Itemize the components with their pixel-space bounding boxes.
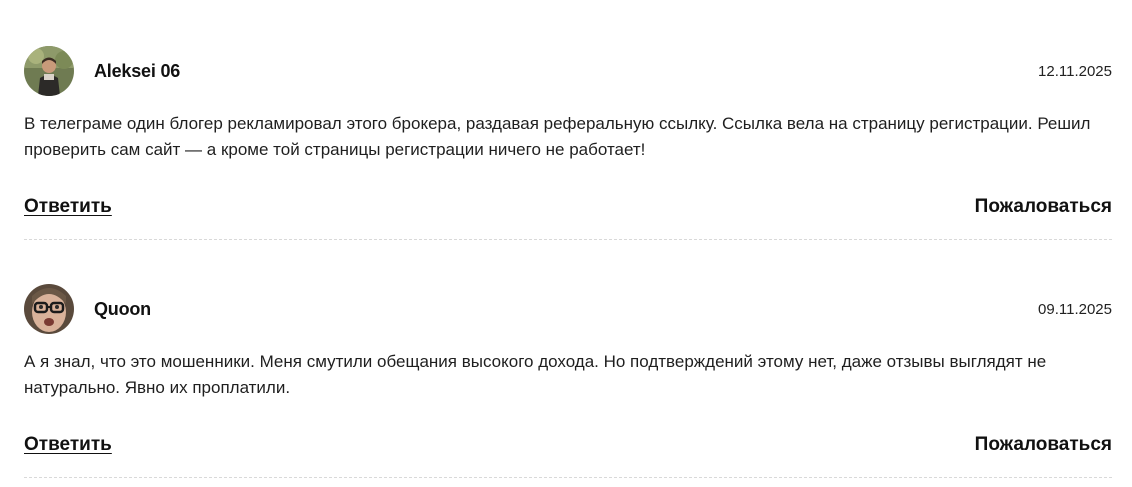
user-avatar[interactable] (24, 46, 74, 96)
avatar-photo-icon (24, 46, 74, 96)
comment-divider (24, 477, 1112, 478)
comment-item: Aleksei 06 12.11.2025 В телеграме один б… (24, 46, 1112, 240)
comment-item: Quoon 09.11.2025 А я знал, что это мошен… (24, 284, 1112, 478)
comment-date: 09.11.2025 (1038, 301, 1112, 318)
comment-text: А я знал, что это мошенники. Меня смутил… (24, 352, 1047, 397)
comment-divider (24, 239, 1112, 240)
reply-link[interactable]: Ответить (24, 196, 112, 218)
comment-header: Aleksei 06 12.11.2025 (24, 46, 1112, 98)
comment-date: 12.11.2025 (1038, 63, 1112, 80)
user-avatar[interactable] (24, 284, 74, 334)
comment-actions: Ответить Пожаловаться (24, 434, 1112, 460)
comment-author: Aleksei 06 (94, 61, 181, 81)
comments-list: Aleksei 06 12.11.2025 В телеграме один б… (0, 0, 1132, 487)
avatar-photo-icon (24, 284, 74, 334)
comment-text: В телеграме один блогер рекламировал это… (24, 114, 1091, 159)
comment-author: Quoon (94, 299, 151, 319)
comment-actions: Ответить Пожаловаться (24, 196, 1112, 222)
reply-link[interactable]: Ответить (24, 434, 112, 456)
report-link[interactable]: Пожаловаться (975, 434, 1112, 456)
report-link[interactable]: Пожаловаться (975, 196, 1112, 218)
comment-header: Quoon 09.11.2025 (24, 284, 1112, 336)
